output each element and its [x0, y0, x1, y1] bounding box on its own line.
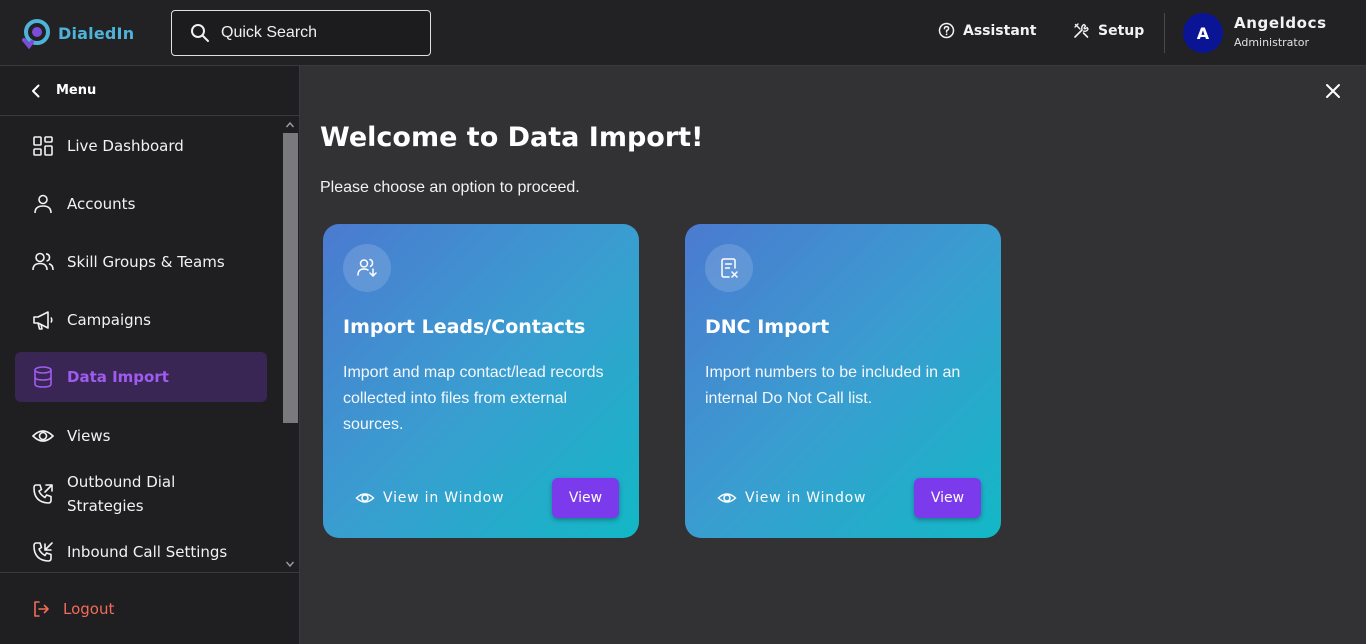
sidebar-item-label: Views: [67, 426, 111, 445]
sidebar-item-live-dashboard[interactable]: Live Dashboard: [15, 133, 267, 158]
eye-icon: [355, 493, 375, 503]
card-icon-wrap: [705, 244, 753, 292]
sidebar-item-label: Inbound Call Settings: [67, 542, 228, 561]
sidebar-item-views[interactable]: Views: [15, 423, 267, 448]
dialedin-logo-icon: [22, 19, 50, 50]
chevron-left-icon: [32, 84, 40, 97]
menu-label: Menu: [56, 83, 97, 98]
sidebar: Menu Live Dashboard Accounts Skill Group…: [0, 66, 300, 644]
sidebar-item-skill-groups[interactable]: Skill Groups & Teams: [15, 249, 267, 274]
view-button[interactable]: View: [914, 478, 981, 518]
sidebar-item-campaigns[interactable]: Campaigns: [15, 307, 267, 332]
close-icon[interactable]: [1324, 82, 1342, 100]
logout-icon: [34, 600, 49, 617]
quick-search-input[interactable]: Quick Search: [171, 10, 431, 56]
phone-outgoing-icon: [33, 484, 53, 504]
scroll-down-icon[interactable]: [285, 559, 295, 569]
sidebar-item-label: Outbound Dial Strategies: [67, 473, 176, 515]
card-icon-wrap: [343, 244, 391, 292]
import-leads-card: Import Leads/Contacts Import and map con…: [323, 224, 639, 538]
app-header: DialedIn Quick Search Assistant Setup A …: [0, 0, 1366, 66]
eye-icon: [31, 429, 55, 442]
logout-label: Logout: [63, 599, 115, 618]
sidebar-item-outbound-dial[interactable]: Outbound Dial Strategies: [15, 470, 267, 518]
sidebar-item-inbound-call[interactable]: Inbound Call Settings: [15, 539, 267, 564]
database-icon: [34, 366, 52, 388]
document-x-icon: [721, 258, 738, 278]
sidebar-item-label: Data Import: [67, 368, 169, 386]
user-name[interactable]: Angeldocs: [1234, 14, 1327, 32]
dashboard-icon: [33, 135, 53, 156]
users-icon: [32, 252, 54, 270]
page-subtitle: Please choose an option to proceed.: [320, 179, 580, 196]
sidebar-item-label: Skill Groups & Teams: [67, 252, 225, 271]
setup-label: Setup: [1098, 22, 1145, 39]
card-title: Import Leads/Contacts: [343, 316, 586, 338]
search-placeholder: Quick Search: [221, 24, 318, 41]
sidebar-item-accounts[interactable]: Accounts: [15, 191, 267, 216]
phone-incoming-icon: [33, 541, 53, 562]
dnc-import-card: DNC Import Import numbers to be included…: [685, 224, 1001, 538]
scroll-up-icon[interactable]: [285, 120, 295, 130]
view-in-window-label: View in Window: [745, 490, 867, 506]
sidebar-item-data-import[interactable]: Data Import: [15, 352, 267, 402]
card-title: DNC Import: [705, 316, 830, 338]
user-role: Administrator: [1234, 36, 1309, 49]
logo-text: DialedIn: [58, 23, 135, 43]
search-icon: [191, 24, 209, 42]
card-description: Import numbers to be included in an inte…: [705, 364, 961, 407]
user-import-icon: [357, 258, 377, 278]
tools-icon: [1074, 23, 1089, 38]
view-in-window-label: View in Window: [383, 490, 505, 506]
menu-collapse-button[interactable]: Menu: [0, 66, 299, 116]
view-in-window-link[interactable]: View in Window: [717, 488, 866, 508]
sidebar-item-label: Live Dashboard: [67, 136, 184, 155]
logout-button[interactable]: Logout: [0, 572, 299, 644]
avatar[interactable]: A: [1183, 13, 1223, 53]
header-divider: [1164, 13, 1165, 53]
eye-icon: [717, 493, 737, 503]
view-button[interactable]: View: [552, 478, 619, 518]
sidebar-item-label: Campaigns: [67, 310, 152, 329]
setup-button[interactable]: Setup: [1073, 22, 1144, 39]
card-description: Import and map contact/lead records coll…: [343, 364, 604, 433]
help-circle-icon: [938, 22, 955, 39]
user-icon: [34, 194, 52, 213]
assistant-label: Assistant: [963, 22, 1037, 39]
page-title: Welcome to Data Import!: [320, 122, 704, 153]
logo[interactable]: DialedIn: [20, 16, 134, 50]
view-in-window-link[interactable]: View in Window: [355, 488, 504, 508]
sidebar-item-label: Accounts: [67, 194, 136, 213]
sidebar-scroll-thumb[interactable]: [283, 133, 298, 423]
megaphone-icon: [33, 310, 53, 330]
assistant-button[interactable]: Assistant: [938, 22, 1036, 39]
